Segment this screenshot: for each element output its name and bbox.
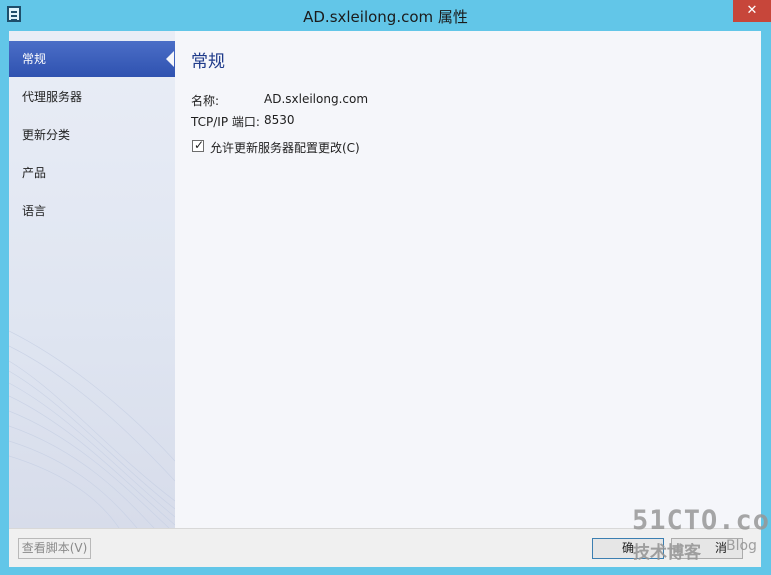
sidebar-item-label: 更新分类 [22,128,71,142]
sidebar-item-label: 产品 [22,166,47,180]
allow-config-changes-label[interactable]: 允许更新服务器配置更改(C) [210,139,360,156]
allow-config-changes-checkbox[interactable]: ✓ [192,138,205,152]
sidebar-item-label: 常规 [22,52,47,66]
port-value: 8530 [264,113,295,127]
content-panel: 常规 名称: AD.sxleilong.com TCP/IP 端口: 8530 … [175,31,761,528]
watermark-site: 51CTO.com [632,505,771,536]
window-title: AD.sxleilong.com 属性 [303,8,468,26]
sidebar: 常规 代理服务器 更新分类 产品 语言 [9,31,175,528]
page-title: 常规 [191,52,225,72]
name-label: 名称: [191,94,220,108]
watermark-blog: Blog [726,538,757,554]
watermark-caption: 技术博客 [633,543,701,563]
sidebar-item-languages[interactable]: 语言 [9,193,175,229]
watermark: 51CTO.com 技术博客 Blog [630,505,771,565]
title-bar[interactable]: AD.sxleilong.com 属性 ✕ [0,0,771,30]
port-label: TCP/IP 端口: [191,115,260,129]
close-icon: ✕ [746,3,758,18]
allow-config-changes-option[interactable]: ✓ 允许更新服务器配置更改(C) [192,138,492,156]
sidebar-item-products[interactable]: 产品 [9,155,175,191]
sidebar-item-proxy-server[interactable]: 代理服务器 [9,79,175,115]
sidebar-item-update-classifications[interactable]: 更新分类 [9,117,175,153]
properties-dialog: AD.sxleilong.com 属性 ✕ 常规 代理服务器 更新分类 产品 语… [0,0,771,575]
name-value: AD.sxleilong.com [264,92,369,106]
checkmark-icon: ✓ [194,138,205,152]
sidebar-item-general[interactable]: 常规 [9,41,175,77]
close-button[interactable]: ✕ [733,0,771,22]
sidebar-item-label: 代理服务器 [22,90,83,104]
sidebar-item-label: 语言 [22,204,47,218]
view-script-button[interactable]: 查看脚本(V) [18,538,91,559]
selection-arrow-icon [166,51,174,67]
